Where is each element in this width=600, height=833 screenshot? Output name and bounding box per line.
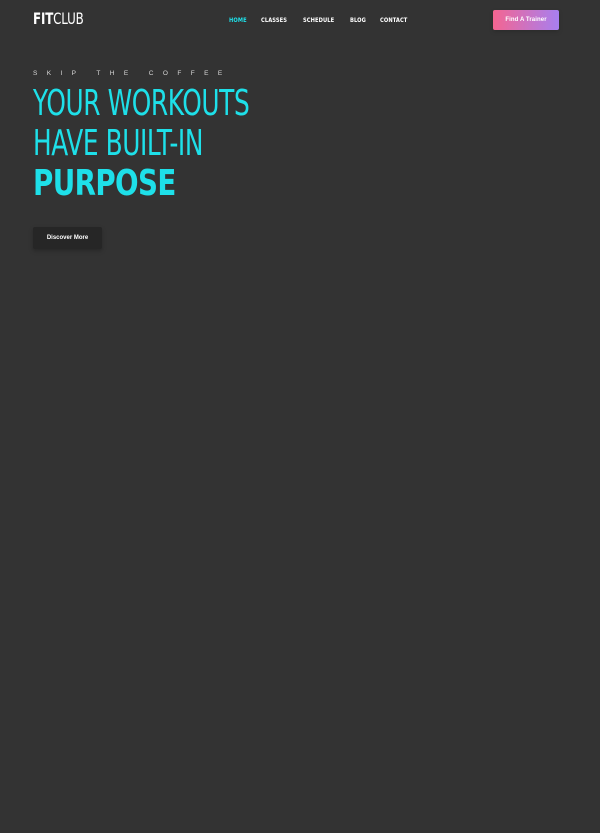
nav-classes[interactable]: CLASSES [261,16,287,24]
hero-title-line-1: YOUR WORKOUTS [33,83,250,124]
nav-home[interactable]: HOME [229,16,247,24]
discover-more-button[interactable]: Discover More [33,227,102,249]
logo-bold-text: FIT [33,9,54,28]
nav-blog[interactable]: BLOG [350,16,366,24]
hero-title-line-3: PURPOSE [33,163,176,204]
nav-schedule[interactable]: SCHEDULE [303,16,334,24]
logo-light-text: CLUB [53,9,84,28]
site-header: FIT CLUB HOME CLASSES SCHEDULE BLOG CONT… [0,0,600,40]
main-nav: HOME CLASSES SCHEDULE BLOG CONTACT [229,16,412,24]
nav-contact[interactable]: CONTACT [380,16,407,24]
hero-eyebrow: SKIP THE COFFEE [33,70,232,77]
find-trainer-button[interactable]: Find A Trainer [493,10,559,30]
brand-logo[interactable]: FIT CLUB [33,9,84,29]
hero-title-line-2: HAVE BUILT-IN [33,123,204,164]
